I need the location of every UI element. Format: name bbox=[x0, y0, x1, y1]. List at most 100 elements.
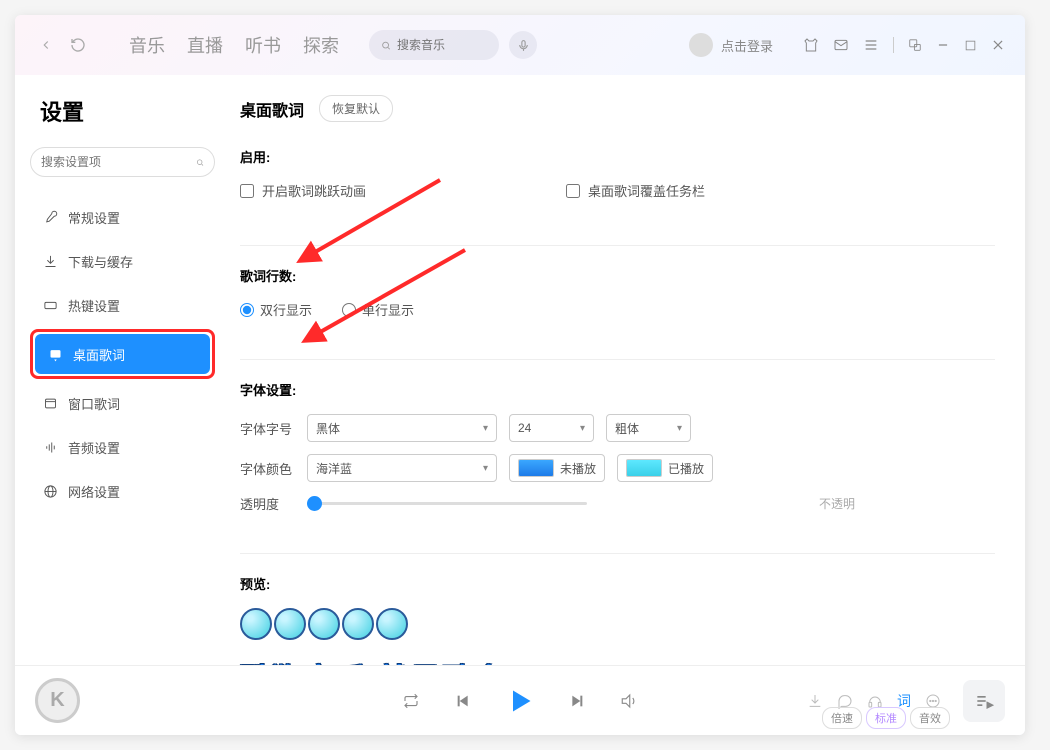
checkbox-jump-animation[interactable]: 开启歌词跳跃动画 bbox=[240, 181, 366, 200]
playback-mode-pills: 倍速 标准 音效 bbox=[822, 707, 950, 729]
checkbox-cover-taskbar[interactable]: 桌面歌词覆盖任务栏 bbox=[566, 181, 705, 200]
checkbox-label: 桌面歌词覆盖任务栏 bbox=[588, 181, 705, 200]
avatar bbox=[689, 33, 713, 57]
app-logo[interactable]: K bbox=[35, 678, 80, 723]
sidebar-item-label: 常规设置 bbox=[68, 208, 120, 227]
search-icon bbox=[381, 39, 391, 52]
download-icon bbox=[42, 253, 58, 269]
font-color-label: 字体颜色 bbox=[240, 459, 295, 478]
annotation-highlight: 桌面歌词 bbox=[30, 329, 215, 379]
opacity-slider[interactable] bbox=[307, 502, 587, 505]
reset-defaults-button[interactable]: 恢复默认 bbox=[319, 95, 393, 122]
search-input[interactable] bbox=[397, 38, 487, 52]
close-button[interactable] bbox=[991, 38, 1005, 52]
slider-thumb[interactable] bbox=[307, 496, 322, 511]
nav-tab-audiobook[interactable]: 听书 bbox=[245, 32, 281, 58]
sidebar-item-label: 桌面歌词 bbox=[73, 345, 125, 364]
sidebar-item-audio[interactable]: 音频设置 bbox=[30, 427, 215, 467]
radio-input[interactable] bbox=[240, 303, 254, 317]
played-color-button[interactable]: 已播放 bbox=[617, 454, 713, 482]
sidebar: 设置 常规设置 下载与缓存 热键设置 桌面歌词 bbox=[15, 75, 230, 665]
font-family-select[interactable]: 黑体 ▾ bbox=[307, 414, 497, 442]
select-value: 24 bbox=[518, 421, 531, 435]
radio-label: 双行显示 bbox=[260, 300, 312, 319]
sidebar-item-network[interactable]: 网络设置 bbox=[30, 471, 215, 511]
radio-single-line[interactable]: 单行显示 bbox=[342, 300, 414, 319]
checkbox-input[interactable] bbox=[566, 184, 580, 198]
select-value: 海洋蓝 bbox=[316, 460, 352, 477]
sidebar-item-label: 热键设置 bbox=[68, 296, 120, 315]
preview-progress-circles bbox=[240, 608, 995, 640]
checkbox-input[interactable] bbox=[240, 184, 254, 198]
font-family-label: 字体字号 bbox=[240, 419, 295, 438]
download-button[interactable] bbox=[807, 693, 823, 709]
loop-button[interactable] bbox=[402, 692, 420, 710]
chevron-down-icon: ▾ bbox=[483, 423, 488, 434]
color-swatch bbox=[626, 459, 662, 477]
sidebar-item-download[interactable]: 下载与缓存 bbox=[30, 241, 215, 281]
sidebar-item-general[interactable]: 常规设置 bbox=[30, 197, 215, 237]
radio-input[interactable] bbox=[342, 303, 356, 317]
radio-double-line[interactable]: 双行显示 bbox=[240, 300, 312, 319]
lines-group-label: 歌词行数: bbox=[240, 266, 995, 285]
sidebar-item-window-lyrics[interactable]: 窗口歌词 bbox=[30, 383, 215, 423]
play-button[interactable] bbox=[506, 687, 534, 715]
maximize-button[interactable] bbox=[964, 39, 977, 52]
sidebar-item-label: 音频设置 bbox=[68, 438, 120, 457]
mini-mode-button[interactable] bbox=[908, 38, 922, 52]
prev-button[interactable] bbox=[455, 693, 471, 709]
window-icon bbox=[42, 395, 58, 411]
audio-icon bbox=[42, 439, 58, 455]
playlist-queue-button[interactable] bbox=[963, 680, 1005, 722]
settings-search[interactable] bbox=[30, 147, 215, 177]
nav-tab-music[interactable]: 音乐 bbox=[129, 32, 165, 58]
font-weight-select[interactable]: 粗体 ▾ bbox=[606, 414, 691, 442]
queue-icon bbox=[974, 691, 994, 711]
login-button[interactable]: 点击登录 bbox=[689, 33, 773, 57]
wrench-icon bbox=[42, 209, 58, 225]
font-size-select[interactable]: 24 ▾ bbox=[509, 414, 594, 442]
unplayed-color-button[interactable]: 未播放 bbox=[509, 454, 605, 482]
login-label: 点击登录 bbox=[721, 36, 773, 55]
enable-group-label: 启用: bbox=[240, 147, 995, 166]
skin-button[interactable] bbox=[803, 37, 819, 53]
player-bar: K 词 倍速 标准 音效 bbox=[15, 665, 1025, 735]
radio-label: 单行显示 bbox=[362, 300, 414, 319]
nav-back-button[interactable] bbox=[35, 34, 57, 56]
pill-speed[interactable]: 倍速 bbox=[822, 707, 862, 729]
nav-tab-live[interactable]: 直播 bbox=[187, 32, 223, 58]
content-area: 桌面歌词 恢复默认 启用: 开启歌词跳跃动画 桌面歌词覆盖任务栏 歌词行数: bbox=[230, 75, 1025, 665]
nav-refresh-button[interactable] bbox=[67, 34, 89, 56]
globe-icon bbox=[42, 483, 58, 499]
font-color-select[interactable]: 海洋蓝 ▾ bbox=[307, 454, 497, 482]
pill-effect[interactable]: 音效 bbox=[910, 707, 950, 729]
next-button[interactable] bbox=[569, 693, 585, 709]
select-value: 黑体 bbox=[316, 420, 340, 437]
nav-tab-explore[interactable]: 探索 bbox=[303, 32, 339, 58]
sidebar-item-hotkey[interactable]: 热键设置 bbox=[30, 285, 215, 325]
volume-button[interactable] bbox=[620, 692, 638, 710]
search-icon bbox=[196, 155, 204, 170]
minimize-button[interactable] bbox=[936, 38, 950, 52]
voice-search-button[interactable] bbox=[509, 31, 537, 59]
swatch-label: 未播放 bbox=[560, 460, 596, 477]
color-swatch bbox=[518, 459, 554, 477]
sidebar-item-label: 下载与缓存 bbox=[68, 252, 133, 271]
settings-search-input[interactable] bbox=[41, 155, 196, 169]
sidebar-item-desktop-lyrics[interactable]: 桌面歌词 bbox=[35, 334, 210, 374]
menu-button[interactable] bbox=[863, 37, 879, 53]
font-group-label: 字体设置: bbox=[240, 380, 995, 399]
chevron-down-icon: ▾ bbox=[580, 423, 585, 434]
divider bbox=[240, 245, 995, 246]
opacity-label: 透明度 bbox=[240, 494, 295, 513]
topbar: 音乐 直播 听书 探索 点击登录 bbox=[15, 15, 1025, 75]
preview-lyrics-text: 酷狗音乐 就是歌多 bbox=[240, 655, 995, 665]
nav-tabs: 音乐 直播 听书 探索 bbox=[129, 32, 339, 58]
search-box[interactable] bbox=[369, 30, 499, 60]
pill-standard[interactable]: 标准 bbox=[866, 707, 906, 729]
message-button[interactable] bbox=[833, 37, 849, 53]
swatch-label: 已播放 bbox=[668, 460, 704, 477]
divider bbox=[240, 553, 995, 554]
sidebar-item-label: 网络设置 bbox=[68, 482, 120, 501]
mic-icon bbox=[517, 39, 530, 52]
